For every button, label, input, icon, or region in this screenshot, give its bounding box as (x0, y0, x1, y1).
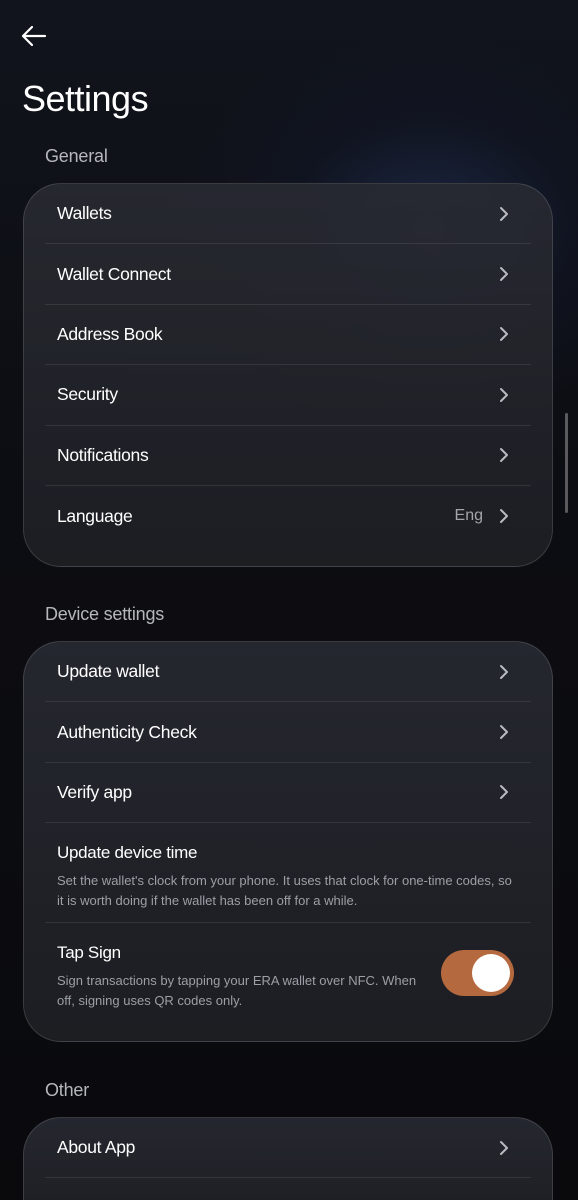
settings-item-label: Update device time (57, 843, 198, 863)
settings-item-wallet-connect[interactable]: Wallet Connect (45, 244, 531, 305)
settings-item-label: About App (57, 1137, 136, 1158)
section-label-device-settings: Device settings (45, 604, 165, 624)
arrow-left-icon (21, 25, 47, 47)
settings-item-update-wallet[interactable]: Update wallet (45, 642, 531, 703)
settings-item-label: Wallets (57, 203, 112, 224)
settings-item-label: Authenticity Check (57, 721, 197, 742)
settings-item-description: Set the wallet's clock from your phone. … (57, 873, 512, 909)
settings-item-label: Update wallet (57, 661, 160, 682)
back-button[interactable] (14, 16, 54, 56)
other-settings-card: About App (23, 1117, 553, 1200)
chevron-right-icon (497, 725, 511, 740)
tap-sign-toggle[interactable] (441, 950, 514, 997)
settings-item-label: Wallet Connect (57, 263, 171, 284)
general-settings-card: Wallets Wallet Connect Address Book Secu… (23, 183, 553, 567)
settings-item-label: Security (57, 384, 118, 405)
chevron-right-icon (497, 267, 511, 282)
chevron-right-icon (497, 1140, 511, 1155)
page-title: Settings (22, 78, 149, 119)
settings-item-about-app[interactable]: About App (45, 1118, 531, 1179)
settings-item-address-book[interactable]: Address Book (45, 305, 531, 366)
toggle-knob (472, 954, 510, 993)
settings-item-verify-app[interactable]: Verify app (45, 763, 531, 824)
device-settings-card: Update wallet Authenticity Check Verify … (23, 641, 553, 1042)
chevron-right-icon (497, 664, 511, 679)
settings-item-authenticity-check[interactable]: Authenticity Check (45, 702, 531, 763)
section-label-general: General (45, 146, 108, 166)
scrollbar[interactable] (565, 413, 568, 513)
chevron-right-icon (497, 509, 511, 524)
chevron-right-icon (497, 448, 511, 463)
chevron-right-icon (497, 327, 511, 342)
settings-item-description: Sign transactions by tapping your ERA wa… (57, 973, 417, 1009)
language-value: Eng (454, 507, 483, 525)
settings-item-wallets[interactable]: Wallets (45, 184, 531, 245)
chevron-right-icon (497, 206, 511, 221)
chevron-right-icon (497, 387, 511, 402)
settings-item-label: Verify app (57, 781, 132, 802)
section-label-other: Other (45, 1080, 90, 1100)
settings-item-tap-sign: Tap Sign Sign transactions by tapping yo… (45, 923, 531, 1023)
chevron-right-icon (497, 785, 511, 800)
settings-item-language[interactable]: Language Eng (45, 486, 531, 546)
settings-item-label: Notifications (57, 444, 149, 465)
settings-item-notifications[interactable]: Notifications (45, 426, 531, 486)
settings-item-label: Language (57, 505, 133, 526)
settings-item-security[interactable]: Security (45, 365, 531, 426)
settings-item-label: Address Book (57, 323, 163, 344)
settings-item-update-device-time[interactable]: Update device time Set the wallet's cloc… (45, 823, 531, 924)
